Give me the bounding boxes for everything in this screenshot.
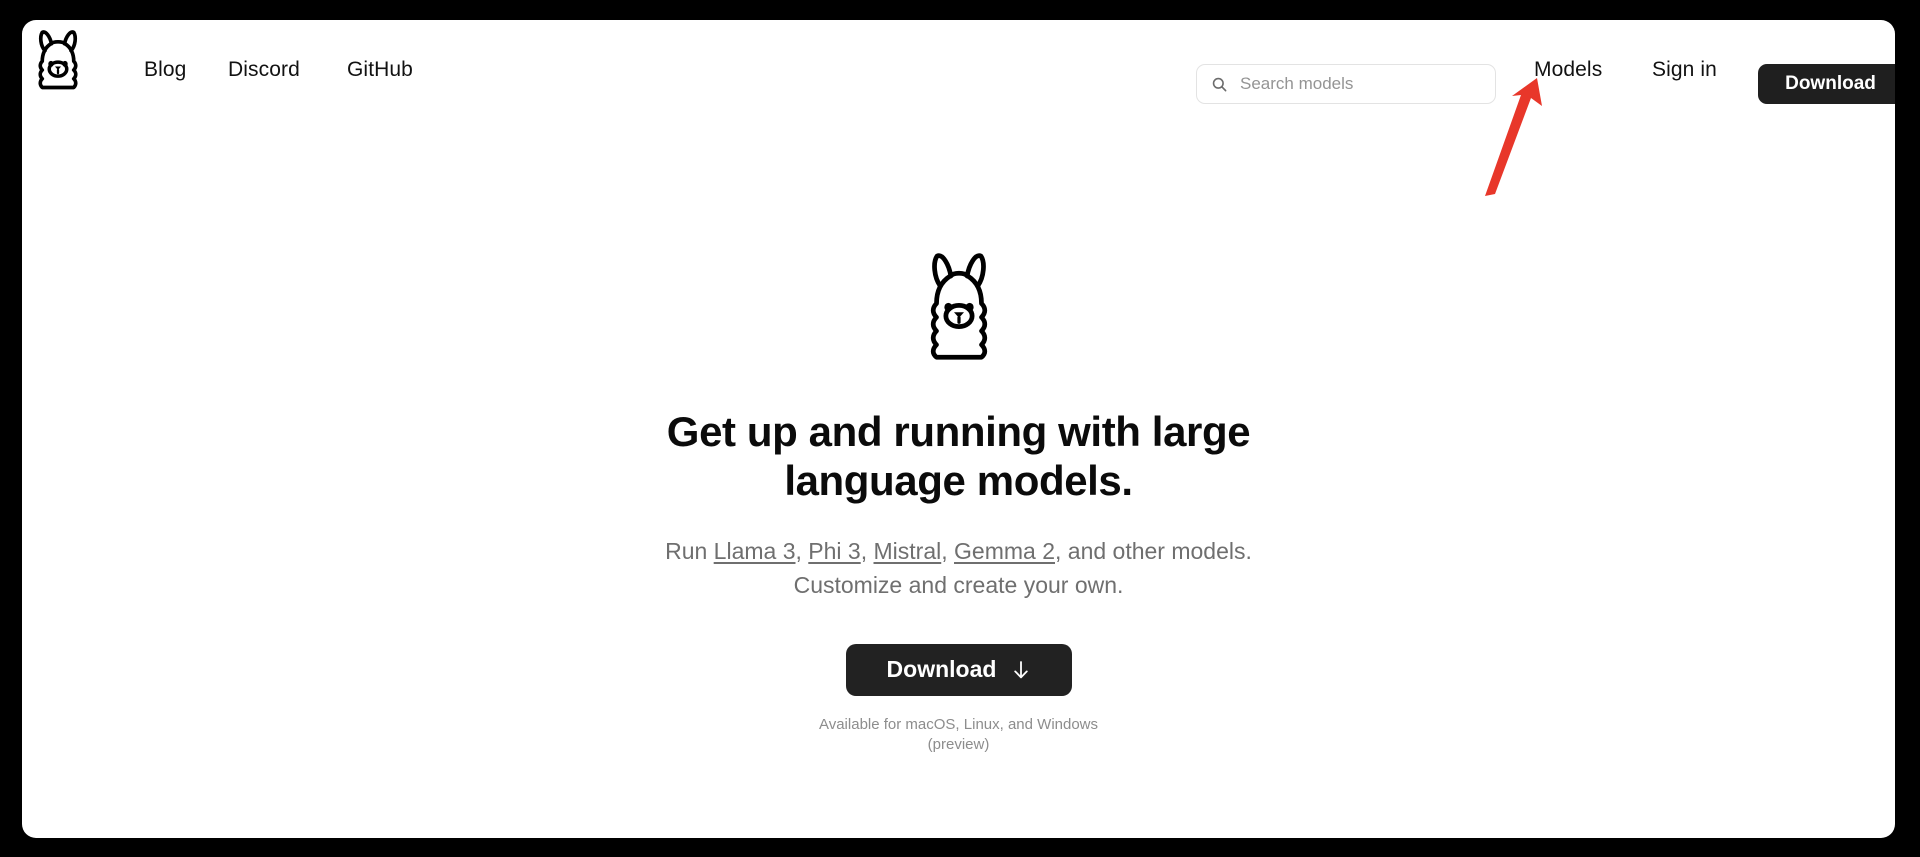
search-icon (1211, 76, 1228, 93)
subtitle-sep-3: , (941, 538, 955, 565)
nav-download-button[interactable]: Download (1758, 64, 1895, 104)
model-link-llama-3[interactable]: Llama 3 (714, 538, 796, 564)
llama-logo-icon[interactable] (30, 28, 86, 90)
navbar: Blog Discord GitHub Models Sign in Downl… (22, 20, 1895, 105)
page-title: Get up and running with large language m… (666, 408, 1251, 505)
hero-availability-text: Available for macOS, Linux, and Windows … (818, 715, 1099, 754)
nav-link-models[interactable]: Models (1534, 58, 1602, 82)
search-box[interactable] (1196, 64, 1496, 104)
hero-download-button[interactable]: Download (845, 643, 1072, 696)
download-arrow-icon (1012, 660, 1030, 680)
subtitle-sep-1: , (795, 538, 809, 565)
subtitle-prefix: Run (665, 538, 714, 565)
hero-llama-logo-icon (22, 250, 1895, 362)
search-input[interactable] (1240, 65, 1480, 103)
subtitle-sep-2: , (860, 538, 874, 565)
model-link-mistral[interactable]: Mistral (874, 538, 942, 564)
nav-link-blog[interactable]: Blog (144, 58, 186, 82)
model-link-gemma-2[interactable]: Gemma 2 (954, 538, 1055, 564)
hero-section: Get up and running with large language m… (22, 250, 1895, 755)
nav-link-signin[interactable]: Sign in (1652, 58, 1717, 82)
hero-download-label: Download (886, 656, 997, 683)
nav-link-discord[interactable]: Discord (228, 58, 300, 82)
screen: Blog Discord GitHub Models Sign in Downl… (0, 0, 1920, 857)
model-link-phi-3[interactable]: Phi 3 (808, 538, 860, 564)
hero-subtitle: Run Llama 3, Phi 3, Mistral, Gemma 2, an… (639, 535, 1279, 602)
nav-link-github[interactable]: GitHub (347, 58, 413, 82)
page-panel: Blog Discord GitHub Models Sign in Downl… (22, 20, 1895, 838)
